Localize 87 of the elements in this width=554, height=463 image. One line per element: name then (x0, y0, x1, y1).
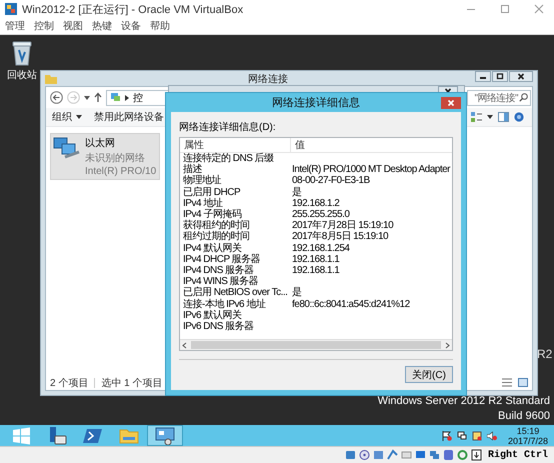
dialog-title: 网络连接详细信息 (271, 96, 361, 110)
caret-icon[interactable] (487, 115, 493, 119)
table-cell-text: 是 (291, 186, 302, 198)
toolbar-button[interactable]: 组织 (50, 110, 84, 124)
network-adapter-item[interactable]: 以太网 未识别的网络 Intel(R) PRO/10 (50, 133, 160, 180)
menu-item[interactable]: 控制 (34, 19, 54, 33)
view-options-icon[interactable] (471, 112, 482, 122)
branding-text: Windows Server 2012 R2 Standard (378, 395, 550, 407)
clock-date[interactable]: 2017/7/28 (508, 436, 548, 446)
app-icon (4, 2, 18, 16)
table-cell-text: 2017年8月5日 15:19:10 (291, 231, 390, 242)
optical-disc-icon[interactable] (358, 449, 370, 461)
item-status: 未识别的网络 (85, 152, 146, 165)
keyboard-icon[interactable] (470, 449, 482, 461)
server-manager-icon[interactable] (47, 426, 67, 445)
table-cell-text: IPv4 子网掩码 (182, 209, 242, 220)
search-field[interactable]: "网络连接" (467, 90, 531, 106)
table-cell-text: fe80::6c:8041:a545:d241%12 (291, 298, 411, 310)
table-cell-text: IPv4 WINS 服务器 (182, 276, 260, 288)
table-cell-text: IPv4 DNS 服务器 (182, 264, 255, 276)
table-cell-text: 连接特定的 DNS 后缀 (182, 153, 275, 164)
up-button[interactable] (94, 92, 102, 103)
details-view-icon[interactable] (502, 378, 512, 387)
table-cell-text: IPv4 地址 (182, 198, 224, 209)
table-cell-text: 已启用 NetBIOS over Tc... (182, 287, 288, 298)
table-cell-text: IPv4 DHCP 服务器 (182, 254, 262, 265)
caret-icon[interactable] (84, 96, 90, 100)
list-label: 网络连接详细信息(D): (179, 120, 277, 134)
network-computers-icon (53, 136, 81, 160)
table-cell-text: IPv6 DNS 服务器 (182, 320, 255, 332)
clock-time[interactable]: 15:19 (516, 426, 540, 436)
search-icon (519, 93, 528, 102)
close-button[interactable]: 关闭(C) (405, 366, 453, 383)
powershell-icon[interactable] (83, 426, 103, 445)
window-title: Win2012-2 [正在运行] - Oracle VM VirtualBox (22, 2, 244, 16)
column-header[interactable]: 值 (290, 138, 452, 152)
minimize-button[interactable] (475, 71, 491, 82)
table-cell-text: 192.168.1.2 (291, 198, 340, 209)
icon-label: 回收站 (7, 68, 37, 82)
menu-item[interactable]: 设备 (121, 19, 141, 33)
menu-item[interactable]: 管理 (5, 19, 25, 33)
window-title: 网络连接 (247, 72, 289, 86)
table-cell-text: 08-00-27-F0-E3-1B (291, 175, 371, 186)
recycle-bin-icon[interactable] (11, 40, 33, 66)
flag-icon[interactable] (442, 430, 452, 440)
table-cell-text: 192.168.1.254 (291, 242, 351, 254)
status-text: 2 个项目 (50, 376, 88, 390)
table-cell-text: 连接-本地 IPv6 地址 (182, 298, 267, 310)
display-icon[interactable] (414, 449, 426, 461)
table-cell-text: 是 (291, 287, 302, 298)
menu-item[interactable]: 帮助 (150, 19, 170, 33)
column-header[interactable]: 属性 (180, 138, 290, 152)
branding-text: Build 9600 (498, 410, 550, 422)
table-cell-text: 描述 (182, 164, 202, 176)
table-cell-text: 192.168.1.1 (291, 254, 340, 265)
item-name: 以太网 (85, 136, 116, 150)
table-cell-text: Intel(R) PRO/1000 MT Desktop Adapter (291, 164, 452, 176)
menu-item[interactable]: 视图 (63, 19, 83, 33)
maximize-button[interactable] (492, 71, 508, 82)
host-key-label: Right Ctrl (488, 450, 548, 460)
branding-text: R2 (537, 347, 552, 361)
large-icons-view-icon[interactable] (518, 378, 528, 387)
toolbar-button[interactable]: 禁用此网络设备 (92, 110, 166, 124)
speaker-icon[interactable] (486, 430, 497, 440)
table-cell-text: 物理地址 (182, 175, 222, 186)
table-cell-text: 192.168.1.1 (291, 264, 340, 276)
network-icon (110, 92, 121, 103)
table-cell-text: IPv4 默认网关 (182, 242, 242, 254)
network-monitor-icon[interactable] (155, 426, 175, 445)
menu-item[interactable]: 热键 (92, 19, 112, 33)
table-cell-text: 租约过期的时间 (182, 231, 250, 242)
chevron-icon (125, 94, 129, 100)
item-device: Intel(R) PRO/10 (85, 166, 156, 177)
back-button[interactable] (50, 91, 63, 104)
horizontal-scrollbar[interactable] (180, 339, 452, 350)
status-text: 选中 1 个项目 (101, 376, 162, 390)
table-cell-text: 已启用 DHCP (182, 186, 242, 198)
help-icon[interactable] (514, 112, 524, 122)
table-cell-text: 获得租约的时间 (182, 220, 250, 232)
folder-icon (45, 74, 57, 84)
table-cell-text: 255.255.255.0 (291, 209, 350, 220)
preview-pane-icon[interactable] (498, 112, 509, 122)
network-icon[interactable] (456, 430, 467, 440)
start-icon[interactable] (11, 426, 31, 445)
table-cell-text: IPv6 默认网关 (182, 310, 242, 321)
close-button[interactable] (509, 71, 533, 82)
table-cell-text: 2017年7月28日 15:19:10 (291, 220, 394, 232)
